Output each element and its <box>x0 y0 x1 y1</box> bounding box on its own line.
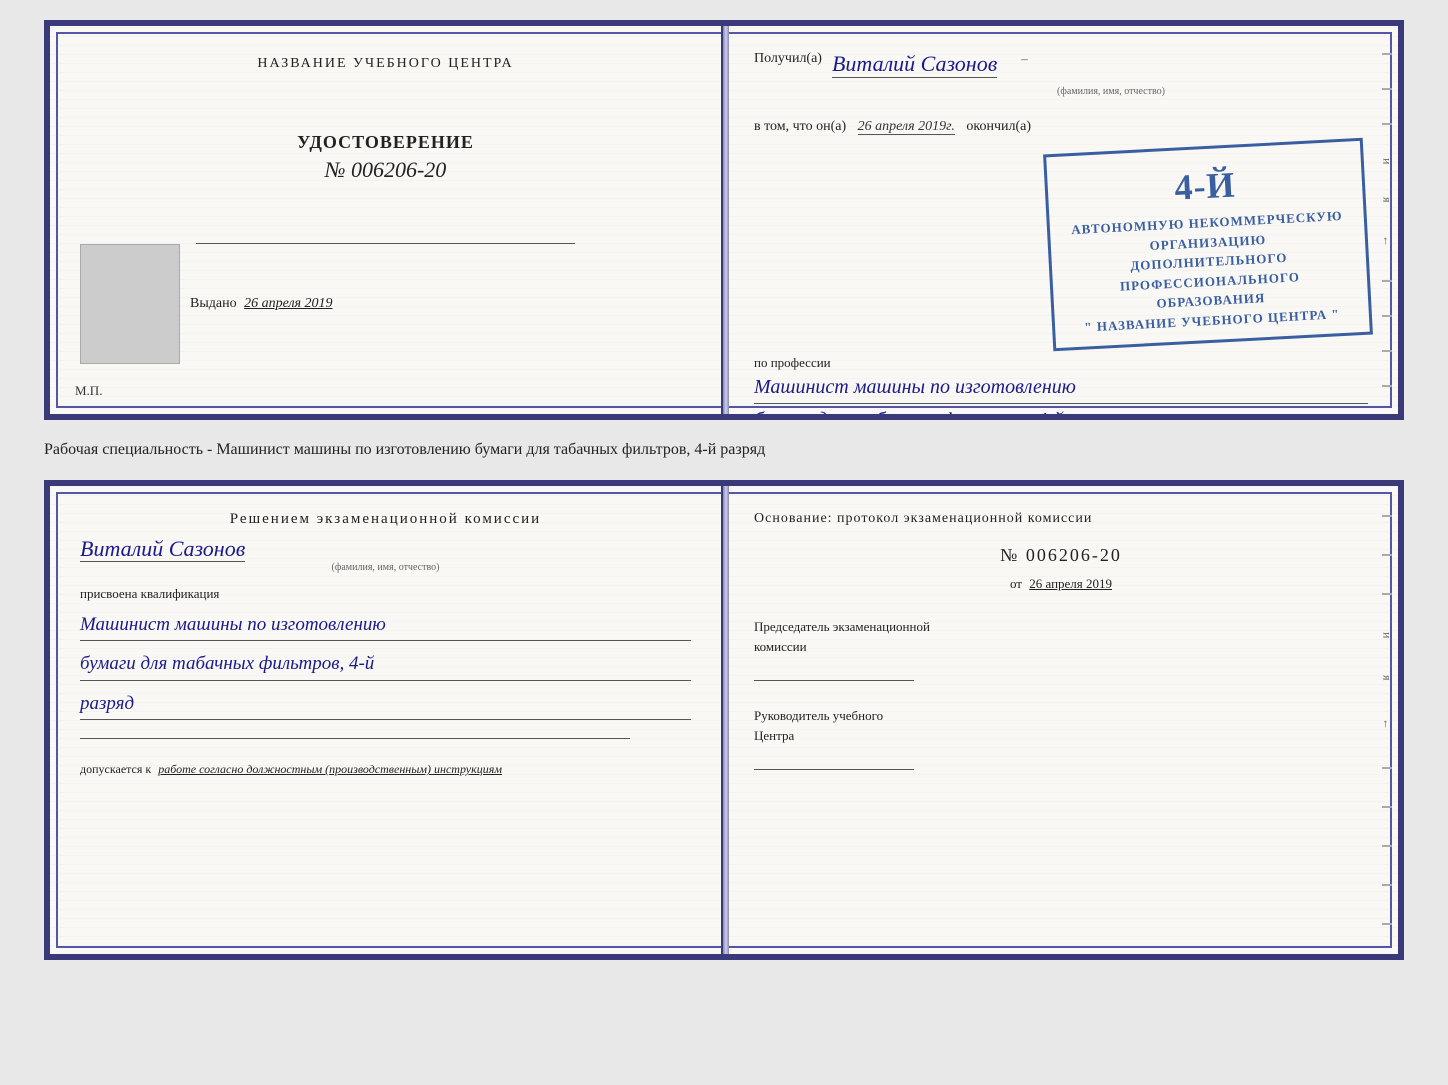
certificate-bottom: Решением экзаменационной комиссии Витали… <box>44 480 1404 960</box>
b-deco-dash-1 <box>1382 515 1392 517</box>
dopuskaetsya-prefix: допускается к <box>80 762 151 776</box>
recipient-name: Виталий Сазонов <box>832 51 997 78</box>
label-between: Рабочая специальность - Машинист машины … <box>44 438 1404 462</box>
training-center-label-top: НАЗВАНИЕ УЧЕБНОГО ЦЕНТРА <box>257 56 513 72</box>
photo-placeholder <box>80 244 180 364</box>
vydano-date: 26 апреля 2019 <box>244 296 332 311</box>
rukovoditel-signature-line <box>754 750 914 770</box>
deco-dash-7 <box>1382 385 1392 387</box>
cert-bottom-right: Основание: протокол экзаменационной коми… <box>724 486 1398 954</box>
poluchil-row: Получил(а) Виталий Сазонов – <box>754 51 1368 78</box>
profession-line1: Машинист машины по изготовлению <box>754 371 1368 404</box>
predsedatel-line2: комиссии <box>754 637 1368 657</box>
resheniyem-text: Решением экзаменационной комиссии <box>80 511 691 528</box>
predsedatel-block: Председатель экзаменационной комиссии <box>754 617 1368 681</box>
cert-top-right: Получил(а) Виталий Сазонов – (фамилия, и… <box>724 26 1398 414</box>
right-decorations: и я ← <box>1376 26 1398 414</box>
prisvoena-label: присвоена квалификация <box>80 586 691 602</box>
po-professii-block: по профессии Машинист машины по изготовл… <box>754 345 1368 420</box>
mp-label: М.П. <box>75 383 102 399</box>
deco-dash-3 <box>1382 123 1392 125</box>
profession-line2: бумаги для табачных фильтров, 4-й <box>754 404 1368 420</box>
osnovanie-text: Основание: протокол экзаменационной коми… <box>754 511 1368 527</box>
rukovoditel-line2: Центра <box>754 726 1368 746</box>
deco-dash-1 <box>1382 53 1392 55</box>
cert-bottom-left: Решением экзаменационной комиссии Витали… <box>50 486 724 954</box>
vydano-label: Выдано 26 апреля 2019 <box>190 296 333 311</box>
recipient-name-hint: (фамилия, имя, отчество) <box>854 86 1368 97</box>
bottom-name-hint: (фамилия, имя, отчество) <box>80 562 691 573</box>
b-deco-arrow: ← <box>1380 718 1395 730</box>
right-deco-bottom: и я ← <box>1376 486 1398 954</box>
deco-arrow: ← <box>1380 235 1395 247</box>
deco-dash-6 <box>1382 350 1392 352</box>
deco-letter-ya: я <box>1380 197 1395 203</box>
cert-top-left: НАЗВАНИЕ УЧЕБНОГО ЦЕНТРА УДОСТОВЕРЕНИЕ №… <box>50 26 724 414</box>
ot-date: 26 апреля 2019 <box>1029 576 1112 591</box>
bottom-name-block: Виталий Сазонов (фамилия, имя, отчество) <box>80 536 691 573</box>
b-deco-dash-4 <box>1382 767 1392 769</box>
bottom-name-handwritten: Виталий Сазонов <box>80 536 245 562</box>
certificate-top: НАЗВАНИЕ УЧЕБНОГО ЦЕНТРА УДОСТОВЕРЕНИЕ №… <box>44 20 1404 420</box>
b-deco-letter-i: и <box>1380 632 1395 638</box>
b-deco-letter-ya: я <box>1380 675 1395 681</box>
cert-number-top: № 006206-20 <box>297 157 474 183</box>
deco-dash-2 <box>1382 88 1392 90</box>
bottom-profession-line1: Машинист машины по изготовлению <box>80 610 691 641</box>
predsedatel-signature-line <box>754 661 914 681</box>
dopuskaetsya-text: работе согласно должностным (производств… <box>158 762 502 776</box>
dash-spacer: – <box>1021 51 1028 67</box>
ot-prefix: от <box>1010 576 1022 591</box>
b-deco-dash-2 <box>1382 554 1392 556</box>
rukovoditel-line1: Руководитель учебного <box>754 706 1368 726</box>
predsedatel-line1: Председатель экзаменационной <box>754 617 1368 637</box>
label-between-text: Рабочая специальность - Машинист машины … <box>44 441 765 458</box>
b-deco-dash-8 <box>1382 923 1392 925</box>
bottom-protocol-number: № 006206-20 <box>754 545 1368 566</box>
b-deco-dash-3 <box>1382 593 1392 595</box>
vtom-prefix: в том, что он(а) <box>754 119 846 134</box>
dopuskaetsya-row: допускается к работе согласно должностны… <box>80 762 691 777</box>
b-deco-dash-5 <box>1382 806 1392 808</box>
b-deco-dash-7 <box>1382 884 1392 886</box>
deco-dash-4 <box>1382 280 1392 282</box>
rukovoditel-block: Руководитель учебного Центра <box>754 706 1368 770</box>
cert-date: 26 апреля 2019г. <box>858 119 955 135</box>
deco-letter-i: и <box>1380 158 1395 164</box>
vtom-row: в том, что он(а) 26 апреля 2019г. окончи… <box>754 119 1368 135</box>
bottom-profession-line2: бумаги для табачных фильтров, 4-й <box>80 649 691 680</box>
udostoverenie-label: УДОСТОВЕРЕНИЕ <box>297 132 474 153</box>
bottom-profession-line3: разряд <box>80 689 691 720</box>
po-professii-label: по профессии <box>754 355 1368 371</box>
poluchil-prefix: Получил(а) <box>754 51 822 67</box>
b-deco-dash-6 <box>1382 845 1392 847</box>
stamp-box: 4-й АВТОНОМНУЮ НЕКОММЕРЧЕСКУЮ ОРГАНИЗАЦИ… <box>1043 138 1373 351</box>
okonchil-suffix: окончил(а) <box>966 119 1031 134</box>
deco-dash-5 <box>1382 315 1392 317</box>
ot-row: от 26 апреля 2019 <box>754 576 1368 592</box>
